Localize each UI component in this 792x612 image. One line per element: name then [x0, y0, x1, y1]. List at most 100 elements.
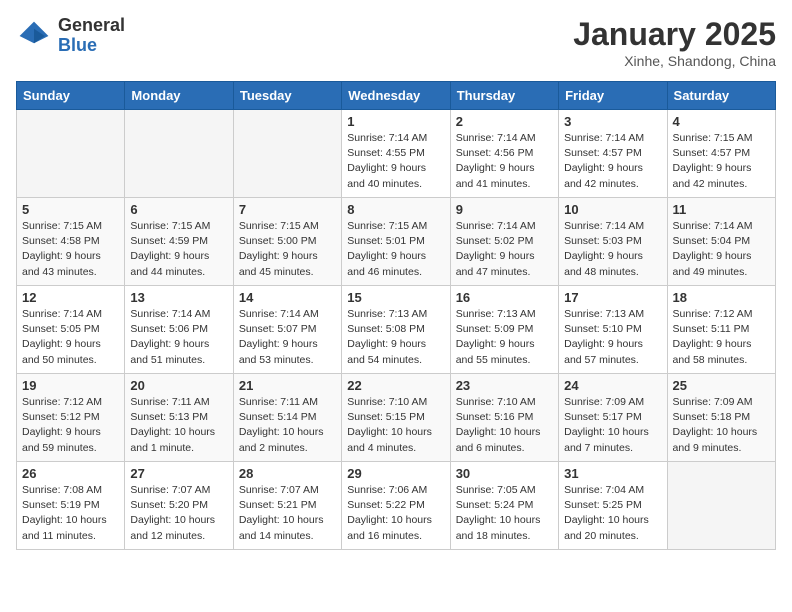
calendar-cell: 7Sunrise: 7:15 AM Sunset: 5:00 PM Daylig…	[233, 198, 341, 286]
week-row-3: 12 Sunrise: 7:14 AM Sunset: 5:05 PM Dayli…	[17, 286, 776, 374]
calendar-cell: 14 Sunrise: 7:14 AM Sunset: 5:07 PM Dayli…	[233, 286, 341, 374]
day-number: 7	[239, 202, 336, 217]
logo-blue-text: Blue	[58, 36, 125, 56]
calendar-cell: 6Sunrise: 7:15 AM Sunset: 4:59 PM Daylig…	[125, 198, 233, 286]
location: Xinhe, Shandong, China	[573, 53, 776, 69]
calendar-cell: 25Sunrise: 7:09 AM Sunset: 5:18 PM Dayli…	[667, 374, 775, 462]
calendar-cell	[17, 110, 125, 198]
day-info: Sunrise: 7:12 AM Sunset: 5:11 PM Dayligh…	[673, 307, 770, 368]
day-info: Sunrise: 7:14 AM Sunset: 4:57 PM Dayligh…	[564, 131, 661, 192]
calendar-cell: 22Sunrise: 7:10 AM Sunset: 5:15 PM Dayli…	[342, 374, 450, 462]
day-number: 20	[130, 378, 227, 393]
calendar-cell: 1 Sunrise: 7:14 AM Sunset: 4:55 PM Daylig…	[342, 110, 450, 198]
calendar-cell	[125, 110, 233, 198]
day-info: Sunrise: 7:11 AM Sunset: 5:14 PM Dayligh…	[239, 395, 336, 456]
calendar-cell: 24 Sunrise: 7:09 AM Sunset: 5:17 PM Dayli…	[559, 374, 667, 462]
day-number: 30	[456, 466, 553, 481]
day-info: Sunrise: 7:11 AM Sunset: 5:13 PM Dayligh…	[130, 395, 227, 456]
page-header: General Blue January 2025 Xinhe, Shandon…	[16, 16, 776, 69]
day-header-saturday: Saturday	[667, 82, 775, 110]
calendar-cell: 29 Sunrise: 7:06 AM Sunset: 5:22 PM Dayli…	[342, 462, 450, 550]
title-block: January 2025 Xinhe, Shandong, China	[573, 16, 776, 69]
day-number: 18	[673, 290, 770, 305]
calendar-cell: 10 Sunrise: 7:14 AM Sunset: 5:03 PM Dayli…	[559, 198, 667, 286]
day-number: 16	[456, 290, 553, 305]
day-number: 31	[564, 466, 661, 481]
day-number: 21	[239, 378, 336, 393]
calendar-cell: 28 Sunrise: 7:07 AM Sunset: 5:21 PM Dayli…	[233, 462, 341, 550]
day-number: 11	[673, 202, 770, 217]
calendar-cell: 2Sunrise: 7:14 AM Sunset: 4:56 PM Daylig…	[450, 110, 558, 198]
month-title: January 2025	[573, 16, 776, 53]
calendar-cell: 12 Sunrise: 7:14 AM Sunset: 5:05 PM Dayli…	[17, 286, 125, 374]
day-info: Sunrise: 7:14 AM Sunset: 4:55 PM Dayligh…	[347, 131, 444, 192]
day-number: 22	[347, 378, 444, 393]
day-info: Sunrise: 7:15 AM Sunset: 4:59 PM Dayligh…	[130, 219, 227, 280]
calendar-cell: 20 Sunrise: 7:11 AM Sunset: 5:13 PM Dayli…	[125, 374, 233, 462]
logo: General Blue	[16, 16, 125, 56]
day-info: Sunrise: 7:14 AM Sunset: 5:03 PM Dayligh…	[564, 219, 661, 280]
calendar-cell: 16 Sunrise: 7:13 AM Sunset: 5:09 PM Dayli…	[450, 286, 558, 374]
logo-general-text: General	[58, 16, 125, 36]
day-number: 26	[22, 466, 119, 481]
day-info: Sunrise: 7:07 AM Sunset: 5:20 PM Dayligh…	[130, 483, 227, 544]
calendar-cell: 21 Sunrise: 7:11 AM Sunset: 5:14 PM Dayli…	[233, 374, 341, 462]
calendar-cell: 13Sunrise: 7:14 AM Sunset: 5:06 PM Dayli…	[125, 286, 233, 374]
day-info: Sunrise: 7:10 AM Sunset: 5:16 PM Dayligh…	[456, 395, 553, 456]
day-header-wednesday: Wednesday	[342, 82, 450, 110]
week-row-5: 26 Sunrise: 7:08 AM Sunset: 5:19 PM Dayli…	[17, 462, 776, 550]
day-number: 4	[673, 114, 770, 129]
day-info: Sunrise: 7:09 AM Sunset: 5:17 PM Dayligh…	[564, 395, 661, 456]
day-number: 9	[456, 202, 553, 217]
day-number: 1	[347, 114, 444, 129]
day-header-sunday: Sunday	[17, 82, 125, 110]
calendar-cell	[233, 110, 341, 198]
calendar-cell: 17 Sunrise: 7:13 AM Sunset: 5:10 PM Dayli…	[559, 286, 667, 374]
day-info: Sunrise: 7:13 AM Sunset: 5:08 PM Dayligh…	[347, 307, 444, 368]
day-number: 23	[456, 378, 553, 393]
day-header-friday: Friday	[559, 82, 667, 110]
day-info: Sunrise: 7:14 AM Sunset: 5:05 PM Dayligh…	[22, 307, 119, 368]
calendar-cell: 8Sunrise: 7:15 AM Sunset: 5:01 PM Daylig…	[342, 198, 450, 286]
calendar-cell: 11Sunrise: 7:14 AM Sunset: 5:04 PM Dayli…	[667, 198, 775, 286]
calendar-cell	[667, 462, 775, 550]
day-number: 10	[564, 202, 661, 217]
calendar-cell: 18 Sunrise: 7:12 AM Sunset: 5:11 PM Dayli…	[667, 286, 775, 374]
day-number: 28	[239, 466, 336, 481]
day-number: 17	[564, 290, 661, 305]
day-header-monday: Monday	[125, 82, 233, 110]
week-row-2: 5 Sunrise: 7:15 AM Sunset: 4:58 PM Daylig…	[17, 198, 776, 286]
day-number: 24	[564, 378, 661, 393]
calendar-body: 1 Sunrise: 7:14 AM Sunset: 4:55 PM Daylig…	[17, 110, 776, 550]
calendar-cell: 4 Sunrise: 7:15 AM Sunset: 4:57 PM Daylig…	[667, 110, 775, 198]
day-info: Sunrise: 7:15 AM Sunset: 4:58 PM Dayligh…	[22, 219, 119, 280]
day-number: 19	[22, 378, 119, 393]
logo-text: General Blue	[58, 16, 125, 56]
day-number: 13	[130, 290, 227, 305]
day-info: Sunrise: 7:13 AM Sunset: 5:09 PM Dayligh…	[456, 307, 553, 368]
day-info: Sunrise: 7:07 AM Sunset: 5:21 PM Dayligh…	[239, 483, 336, 544]
calendar-table: SundayMondayTuesdayWednesdayThursdayFrid…	[16, 81, 776, 550]
day-number: 15	[347, 290, 444, 305]
day-number: 5	[22, 202, 119, 217]
day-info: Sunrise: 7:14 AM Sunset: 5:07 PM Dayligh…	[239, 307, 336, 368]
calendar-cell: 31Sunrise: 7:04 AM Sunset: 5:25 PM Dayli…	[559, 462, 667, 550]
day-number: 27	[130, 466, 227, 481]
day-info: Sunrise: 7:06 AM Sunset: 5:22 PM Dayligh…	[347, 483, 444, 544]
day-number: 29	[347, 466, 444, 481]
days-header-row: SundayMondayTuesdayWednesdayThursdayFrid…	[17, 82, 776, 110]
calendar-cell: 3 Sunrise: 7:14 AM Sunset: 4:57 PM Daylig…	[559, 110, 667, 198]
calendar-cell: 27 Sunrise: 7:07 AM Sunset: 5:20 PM Dayli…	[125, 462, 233, 550]
day-number: 3	[564, 114, 661, 129]
calendar-cell: 30 Sunrise: 7:05 AM Sunset: 5:24 PM Dayli…	[450, 462, 558, 550]
calendar-cell: 15 Sunrise: 7:13 AM Sunset: 5:08 PM Dayli…	[342, 286, 450, 374]
day-number: 2	[456, 114, 553, 129]
day-info: Sunrise: 7:13 AM Sunset: 5:10 PM Dayligh…	[564, 307, 661, 368]
calendar-cell: 26 Sunrise: 7:08 AM Sunset: 5:19 PM Dayli…	[17, 462, 125, 550]
day-info: Sunrise: 7:05 AM Sunset: 5:24 PM Dayligh…	[456, 483, 553, 544]
day-number: 12	[22, 290, 119, 305]
day-info: Sunrise: 7:08 AM Sunset: 5:19 PM Dayligh…	[22, 483, 119, 544]
day-number: 14	[239, 290, 336, 305]
week-row-4: 19Sunrise: 7:12 AM Sunset: 5:12 PM Dayli…	[17, 374, 776, 462]
day-info: Sunrise: 7:15 AM Sunset: 4:57 PM Dayligh…	[673, 131, 770, 192]
